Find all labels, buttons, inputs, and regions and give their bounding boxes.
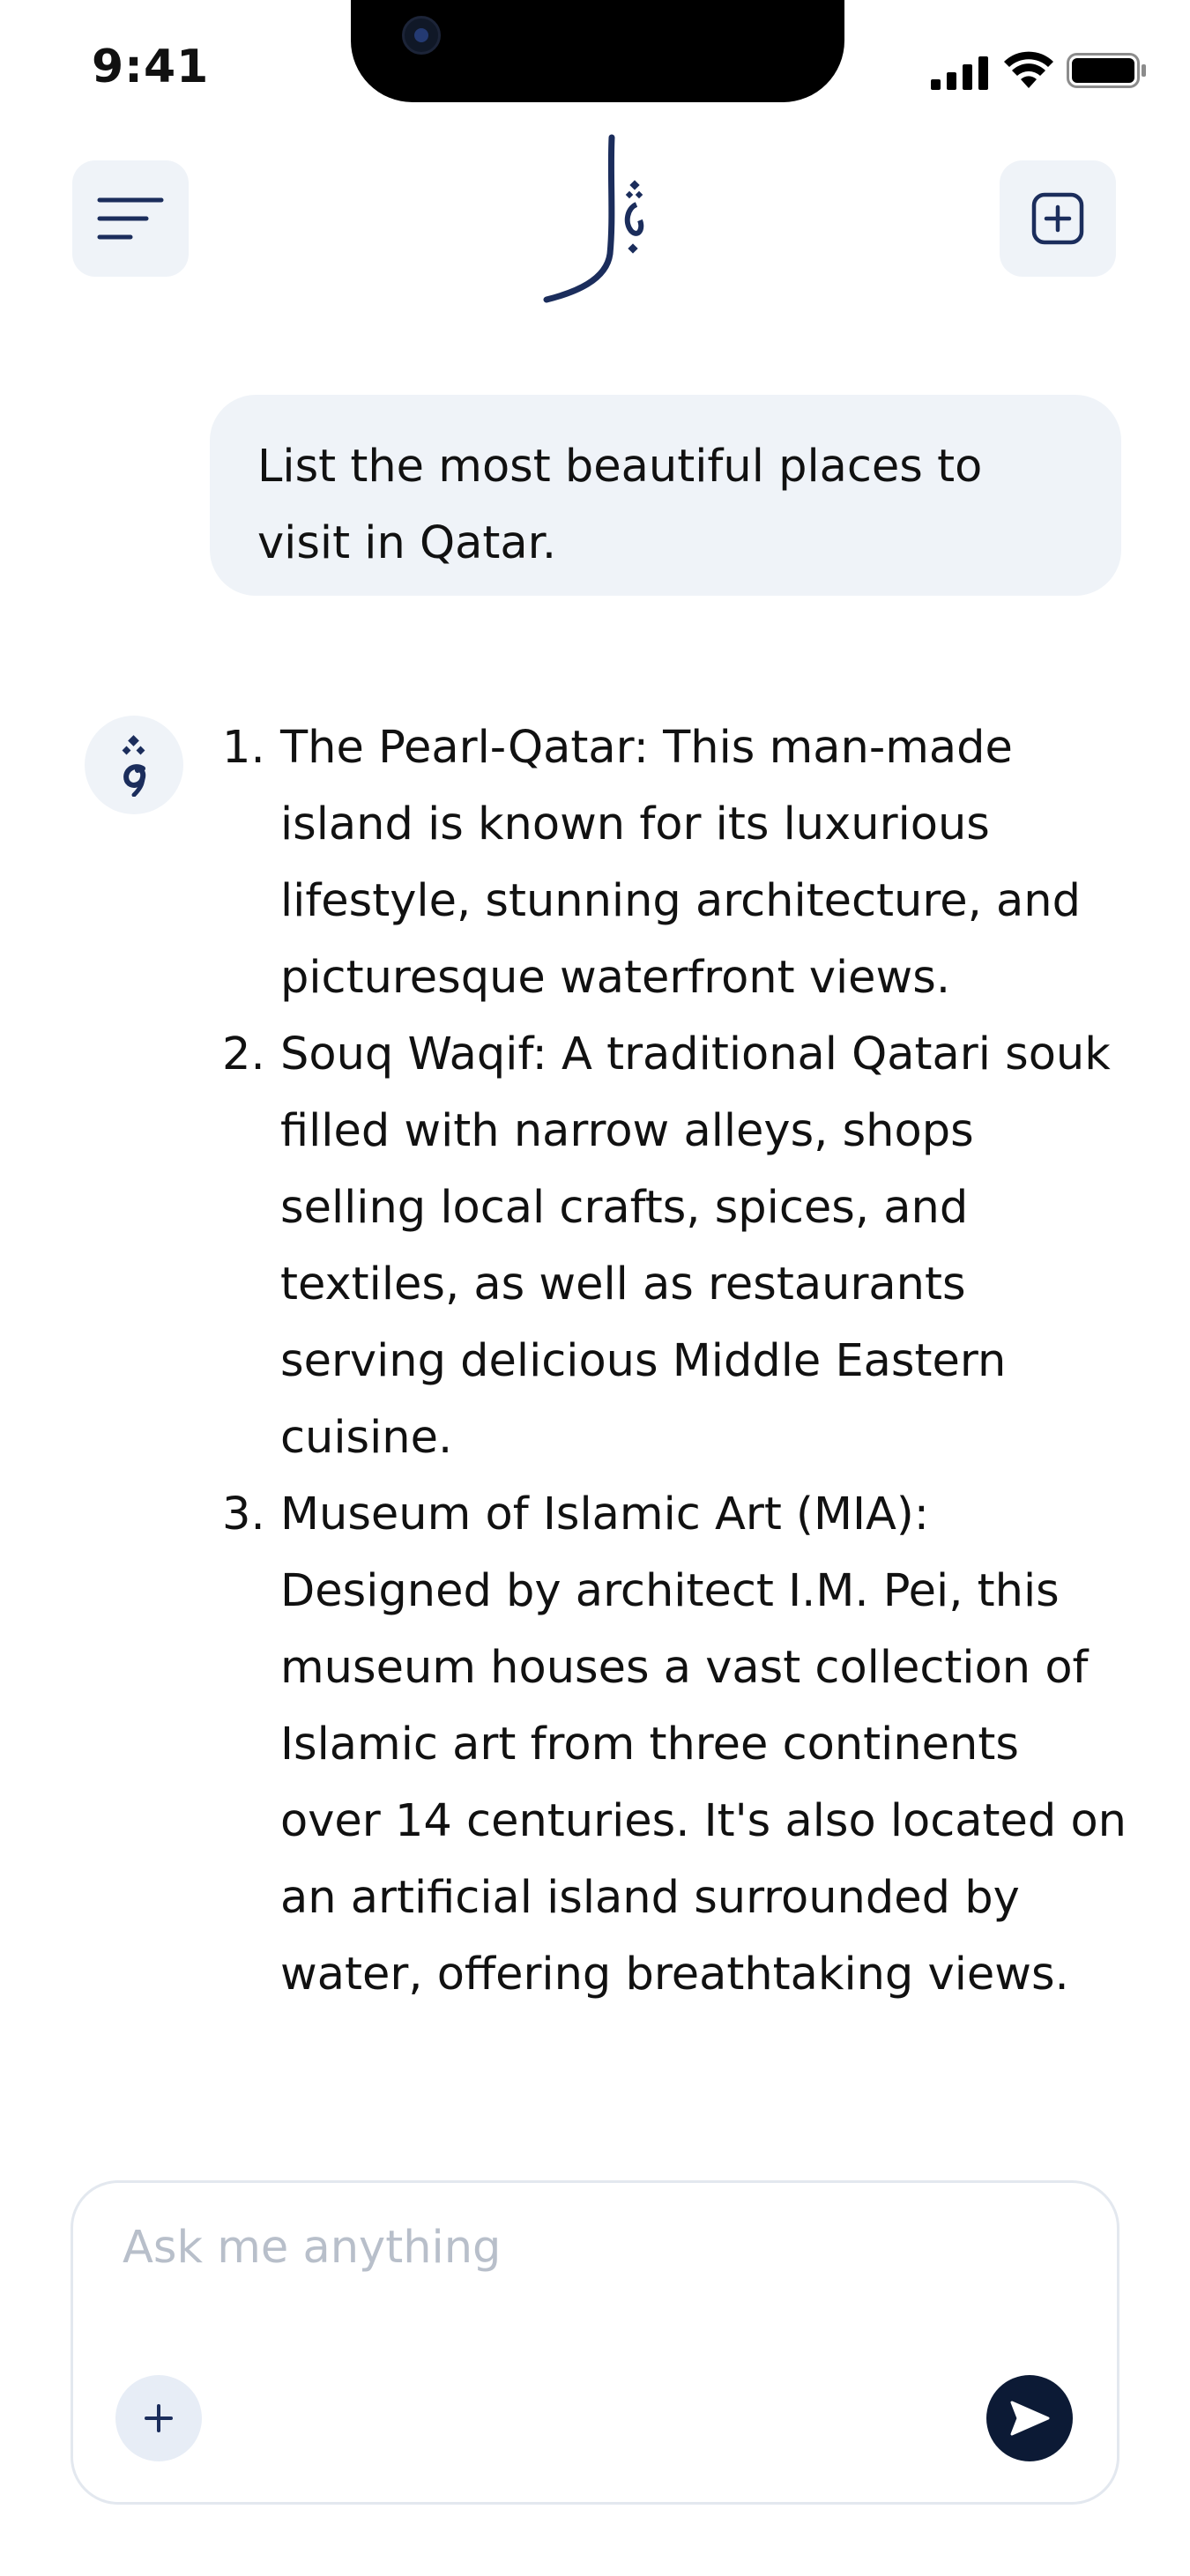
message-composer [71,2180,1119,2505]
list-item-text: Souq Waqif: A traditional Qatari souk fi… [280,1028,1111,1464]
assistant-logo-icon [122,735,146,797]
wifi-icon [1004,51,1053,88]
battery-icon [1067,53,1146,88]
list-item: 2. Souq Waqif: A traditional Qatari souk… [222,1016,1130,1476]
list-item-number: 3. [222,1488,265,1540]
plus-icon [145,2404,173,2432]
send-arrow-icon [1010,2401,1050,2436]
status-time: 9:41 [92,41,210,93]
list-item: 3. Museum of Islamic Art (MIA): Designed… [222,1476,1130,2013]
assistant-message: 1. The Pearl-Qatar: This man-made island… [222,709,1130,2013]
cellular-signal-icon [931,56,988,90]
list-item-number: 2. [222,1028,265,1080]
menu-lines-icon [97,197,164,240]
menu-button[interactable] [72,160,189,277]
send-button[interactable] [986,2375,1073,2461]
message-input[interactable] [121,2208,1006,2287]
list-item-number: 1. [222,722,265,774]
assistant-avatar [85,716,183,814]
front-camera [402,16,441,55]
new-chat-button[interactable] [1000,160,1116,277]
attach-button[interactable] [115,2375,202,2461]
list-item-text: The Pearl-Qatar: This man-made island is… [280,722,1081,1004]
list-item-text: Museum of Islamic Art (MIA): Designed by… [280,1488,1127,2001]
arabic-calligraphy-logo [543,134,644,303]
list-item: 1. The Pearl-Qatar: This man-made island… [222,709,1130,1016]
new-chat-plus-icon [1031,192,1084,245]
user-message-bubble: List the most beautiful places to visit … [210,395,1121,596]
